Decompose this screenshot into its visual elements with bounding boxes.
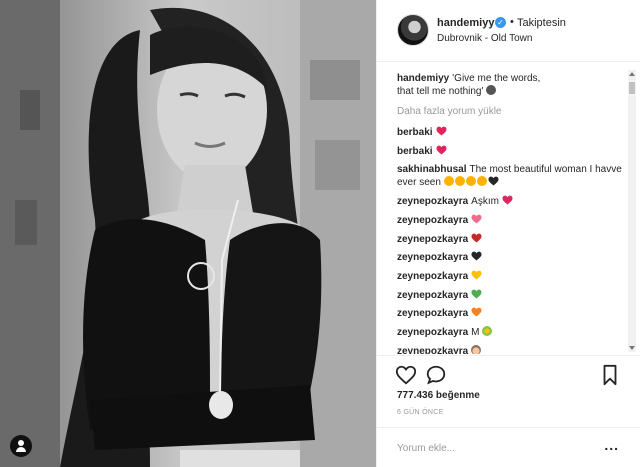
comment-username[interactable]: berbaki: [397, 127, 433, 138]
heart-eyes-emoji: [465, 176, 476, 186]
add-comment-bar: ...: [377, 427, 640, 467]
comment-item: zeynepozkayra: [397, 345, 625, 354]
verified-badge-icon: ✓: [495, 17, 506, 28]
instagram-post: handemiyy ✓ • Takiptesin Dubrovnik - Old…: [0, 0, 640, 467]
post-side-panel: handemiyy ✓ • Takiptesin Dubrovnik - Old…: [376, 0, 640, 467]
comment-item: zeynepozkayra: [397, 214, 625, 227]
red-heart-emoji: [436, 145, 447, 155]
comment-username[interactable]: zeynepozkayra: [397, 196, 468, 207]
comment-item: zeynepozkayra: [397, 233, 625, 246]
comment-item: zeynepozkayra: [397, 289, 625, 302]
heart-eyes-emoji: [454, 176, 465, 186]
bouquet-emoji: [482, 326, 493, 336]
post-time[interactable]: 6 GÜN ÖNCE: [397, 409, 444, 416]
growing-heart-emoji: [471, 214, 482, 224]
heart-eyes-emoji: [443, 176, 454, 186]
black-heart-emoji: [488, 176, 499, 186]
caption: handemiyy 'Give me the words, that tell m…: [397, 72, 625, 98]
comment-item: berbaki: [397, 126, 625, 139]
comments-list: handemiyy 'Give me the words, that tell m…: [377, 62, 640, 354]
comment-username[interactable]: zeynepozkayra: [397, 290, 468, 301]
header-separator: •: [510, 16, 514, 28]
comment-username[interactable]: berbaki: [397, 146, 433, 157]
scroll-down-arrow-icon[interactable]: [629, 346, 635, 350]
post-actions: 777.436 beğenme 6 GÜN ÖNCE: [377, 355, 640, 427]
broken-heart-emoji: [471, 233, 482, 243]
caption-text-line1: 'Give me the words,: [452, 73, 541, 84]
avatar[interactable]: [397, 14, 429, 46]
comment-item: zeynepozkayra: [397, 307, 625, 320]
comment-username[interactable]: zeynepozkayra: [397, 215, 468, 226]
comment-username[interactable]: zeynepozkayra: [397, 346, 468, 354]
comment-item: zeynepozkayra Aşkım: [397, 195, 625, 208]
scroll-up-arrow-icon[interactable]: [629, 72, 635, 76]
comment-item: zeynepozkayra: [397, 270, 625, 283]
comment-text: Aşkım: [471, 196, 499, 207]
likes-count[interactable]: 777.436 beğenme: [397, 390, 480, 401]
comment-username[interactable]: zeynepozkayra: [397, 308, 468, 319]
comment-username[interactable]: zeynepozkayra: [397, 271, 468, 282]
neutral-face-emoji: [486, 85, 497, 95]
comment-item: zeynepozkayra M: [397, 326, 625, 339]
comment-item: sakhinabhusal The most beautiful woman I …: [397, 163, 625, 189]
green-heart-emoji: [471, 289, 482, 299]
red-heart-emoji: [436, 126, 447, 136]
post-header: handemiyy ✓ • Takiptesin Dubrovnik - Old…: [377, 0, 640, 62]
follow-status-button[interactable]: Takiptesin: [517, 17, 566, 29]
post-photo[interactable]: [0, 0, 376, 467]
comments-scrollbar[interactable]: [628, 70, 636, 352]
comment-input[interactable]: [397, 439, 587, 457]
speech-bubble-icon[interactable]: [425, 364, 447, 386]
comment-item: zeynepozkayra: [397, 251, 625, 264]
caption-text-line2: that tell me nothing': [397, 86, 484, 97]
load-more-comments-link[interactable]: Daha fazla yorum yükle: [397, 106, 502, 117]
bookmark-icon[interactable]: [601, 364, 619, 386]
comment-item: berbaki: [397, 145, 625, 158]
black-heart-emoji: [471, 251, 482, 261]
comment-username[interactable]: zeynepozkayra: [397, 234, 468, 245]
comment-username[interactable]: zeynepozkayra: [397, 327, 468, 338]
caption-username[interactable]: handemiyy: [397, 73, 449, 84]
comment-username[interactable]: zeynepozkayra: [397, 252, 468, 263]
heart-outline-icon[interactable]: [395, 364, 417, 386]
user-tag-icon[interactable]: [10, 435, 32, 457]
location-link[interactable]: Dubrovnik - Old Town: [437, 33, 532, 44]
orange-heart-emoji: [471, 307, 482, 317]
yellow-heart-emoji: [471, 270, 482, 280]
red-heart-emoji: [502, 195, 513, 205]
photo-illustration: [0, 0, 376, 467]
comment-username[interactable]: sakhinabhusal: [397, 164, 466, 175]
woman-face-emoji: [471, 345, 482, 354]
header-username[interactable]: handemiyy: [437, 17, 494, 29]
scroll-thumb[interactable]: [629, 82, 635, 94]
comment-text: M: [471, 327, 480, 338]
more-options-icon[interactable]: ...: [604, 438, 619, 452]
heart-eyes-emoji: [476, 176, 487, 186]
